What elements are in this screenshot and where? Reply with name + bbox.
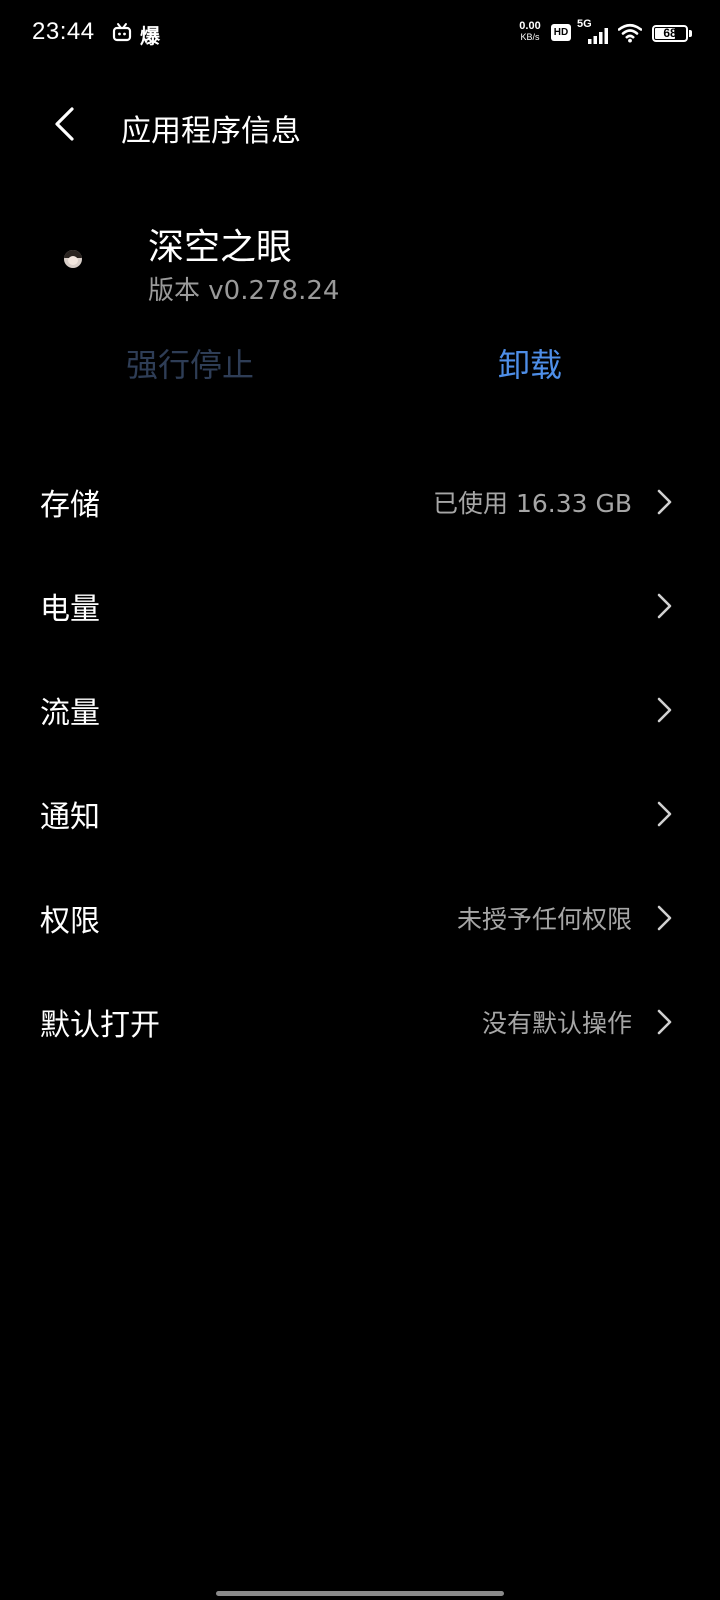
settings-row-permissions[interactable]: 权限 未授予任何权限: [0, 866, 720, 970]
chevron-right-icon: [657, 801, 672, 827]
settings-row-open-by-default[interactable]: 默认打开 没有默认操作: [0, 970, 720, 1074]
data-usage-label: 流量: [40, 696, 100, 731]
uninstall-button[interactable]: 卸载: [450, 340, 610, 386]
chevron-right-icon: [657, 1009, 672, 1035]
back-button[interactable]: [44, 102, 88, 146]
chevron-right-icon: [657, 905, 672, 931]
settings-row-data-usage[interactable]: 流量: [0, 658, 720, 762]
chevron-right-icon: [657, 489, 672, 515]
status-bar: 23:44 爆 0.00 KB/s HD 5G 68: [0, 0, 720, 68]
hd-badge: HD: [551, 24, 571, 41]
net-speed: 0.00 KB/s: [515, 20, 545, 43]
notification-text: 爆: [140, 24, 160, 48]
app-icon: [64, 250, 82, 268]
battery-level: 68: [663, 26, 677, 40]
open-by-default-label: 默认打开: [40, 1008, 160, 1043]
home-indicator[interactable]: [216, 1591, 504, 1596]
open-by-default-value: 没有默认操作: [481, 1009, 632, 1038]
chevron-right-icon: [657, 593, 672, 619]
force-stop-button[interactable]: 强行停止: [110, 340, 270, 386]
settings-row-battery[interactable]: 电量: [0, 554, 720, 658]
tv-app-icon: [112, 23, 132, 42]
net-speed-value: 0.00: [519, 20, 541, 32]
settings-list: 存储 已使用 16.33 GB 电量 流量 通知 权限 未授予任何权限 默认打开…: [0, 450, 720, 1074]
storage-label: 存储: [40, 488, 100, 523]
page-title: 应用程序信息: [121, 114, 301, 149]
header: 应用程序信息: [0, 92, 720, 156]
chevron-right-icon: [657, 697, 672, 723]
battery-icon: 68: [652, 25, 692, 42]
signal-bars-icon: [588, 28, 608, 44]
settings-row-notifications[interactable]: 通知: [0, 762, 720, 866]
app-info: 深空之眼 版本 v0.278.24: [0, 210, 720, 310]
permissions-label: 权限: [40, 904, 100, 939]
app-version: 版本 v0.278.24: [148, 276, 340, 306]
settings-row-storage[interactable]: 存储 已使用 16.33 GB: [0, 450, 720, 554]
net-speed-unit: KB/s: [520, 32, 540, 42]
status-time: 23:44: [32, 18, 95, 45]
battery-usage-label: 电量: [40, 592, 100, 627]
storage-value: 已使用 16.33 GB: [433, 489, 632, 518]
permissions-value: 未授予任何权限: [456, 905, 632, 934]
app-name: 深空之眼: [148, 227, 293, 268]
wifi-icon: [618, 23, 642, 43]
app-actions: 强行停止 卸载: [0, 340, 720, 390]
notifications-label: 通知: [40, 800, 100, 835]
